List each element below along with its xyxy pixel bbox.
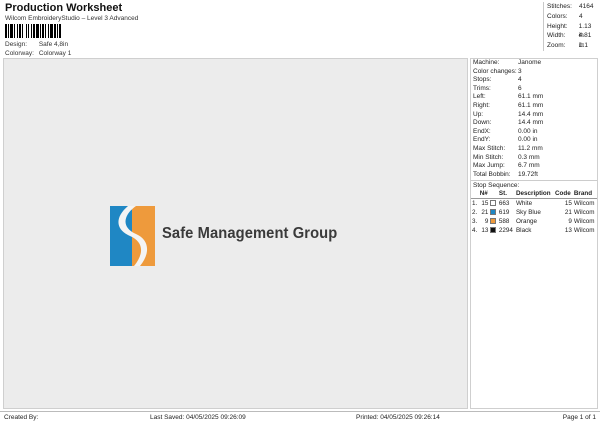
down-row: Down: 14.4 mm [473,119,544,127]
software-subtitle: Wilcom EmbroideryStudio – Level 3 Advanc… [5,15,139,22]
machine-info-panel: Machine: Janome Color changes: 3 Stops: 4 T… [470,58,598,409]
max-jump-row: Max Jump: 6.7 mm [473,162,540,170]
colorway-row: Colorway: Colorway 1 [5,50,71,57]
min-stitch-row: Min Stitch: 0.3 mm [473,153,540,161]
color-swatch [490,218,497,225]
color-changes-row: Color changes: 3 [473,67,522,75]
colorway-label: Colorway: [5,50,34,57]
table-row[interactable]: 1. 15 663 White 15 Wilcom [471,198,597,207]
max-stitch-row: Max Stitch: 11.2 mm [473,144,543,152]
stop-sequence-table: N# St. Description Code Brand 1. 15 663 … [471,189,597,235]
last-saved: Last Saved: 04/05/2025 09:26:09 [150,414,246,421]
printed-date: Printed: 04/05/2025 09:26:14 [356,414,440,421]
left-row: Left: 61.1 mm [473,93,544,101]
design-label: Design: [5,41,28,48]
stat-zoom: Zoom: 1:1 [547,42,589,49]
design-row: Design: Safe 4,8in [5,41,68,48]
design-barcode [5,24,87,38]
trims-row: Trims: 6 [473,84,522,92]
machine-row: Machine: Janome [473,59,542,66]
right-row: Right: 61.1 mm [473,101,544,109]
page-number: Page 1 of 1 [562,414,596,421]
table-row[interactable]: 3. 9 588 Orange 9 Wilcom [471,217,597,226]
table-row[interactable]: 4. 13 2294 Black 13 Wilcom [471,226,597,235]
color-swatch [490,208,497,215]
stops-row: Stops: 4 [473,76,522,84]
table-row[interactable]: 2. 21 619 Sky Blue 21 Wilcom [471,208,597,217]
stat-height: Height: 1.13 in [547,22,592,40]
endx-row: EndX: 0.00 in [473,127,538,135]
logo-text: Safe Management Group [162,225,338,242]
page-title: Production Worksheet [5,2,123,14]
up-row: Up: 14.4 mm [473,110,544,118]
colorway-value: Colorway 1 [38,50,72,57]
stop-table-header: N# St. Description Code Brand [471,189,597,199]
total-bobbin-row: Total Bobbin: 19.72ft [473,170,538,178]
barcode-bar [61,24,62,38]
color-swatch [490,199,497,206]
stat-stitches: Stitches: 4164 [547,3,594,10]
color-swatch [490,227,497,234]
logo-mark-icon [110,206,155,266]
design-value: Safe 4,8in [38,41,69,48]
stat-width: Width: 4.81 in [547,32,592,49]
stat-colors: Colors: 4 [547,12,583,20]
page-footer: Created By: Last Saved: 04/05/2025 09:26… [0,411,600,424]
created-by: Created By: [4,414,39,421]
endy-row: EndY: 0.00 in [473,136,538,144]
design-stats: Stitches: 4164 Colors: 4 Height: 1.13 in Wi… [543,2,598,51]
stop-sequence-heading: Stop Sequence: [471,180,597,189]
